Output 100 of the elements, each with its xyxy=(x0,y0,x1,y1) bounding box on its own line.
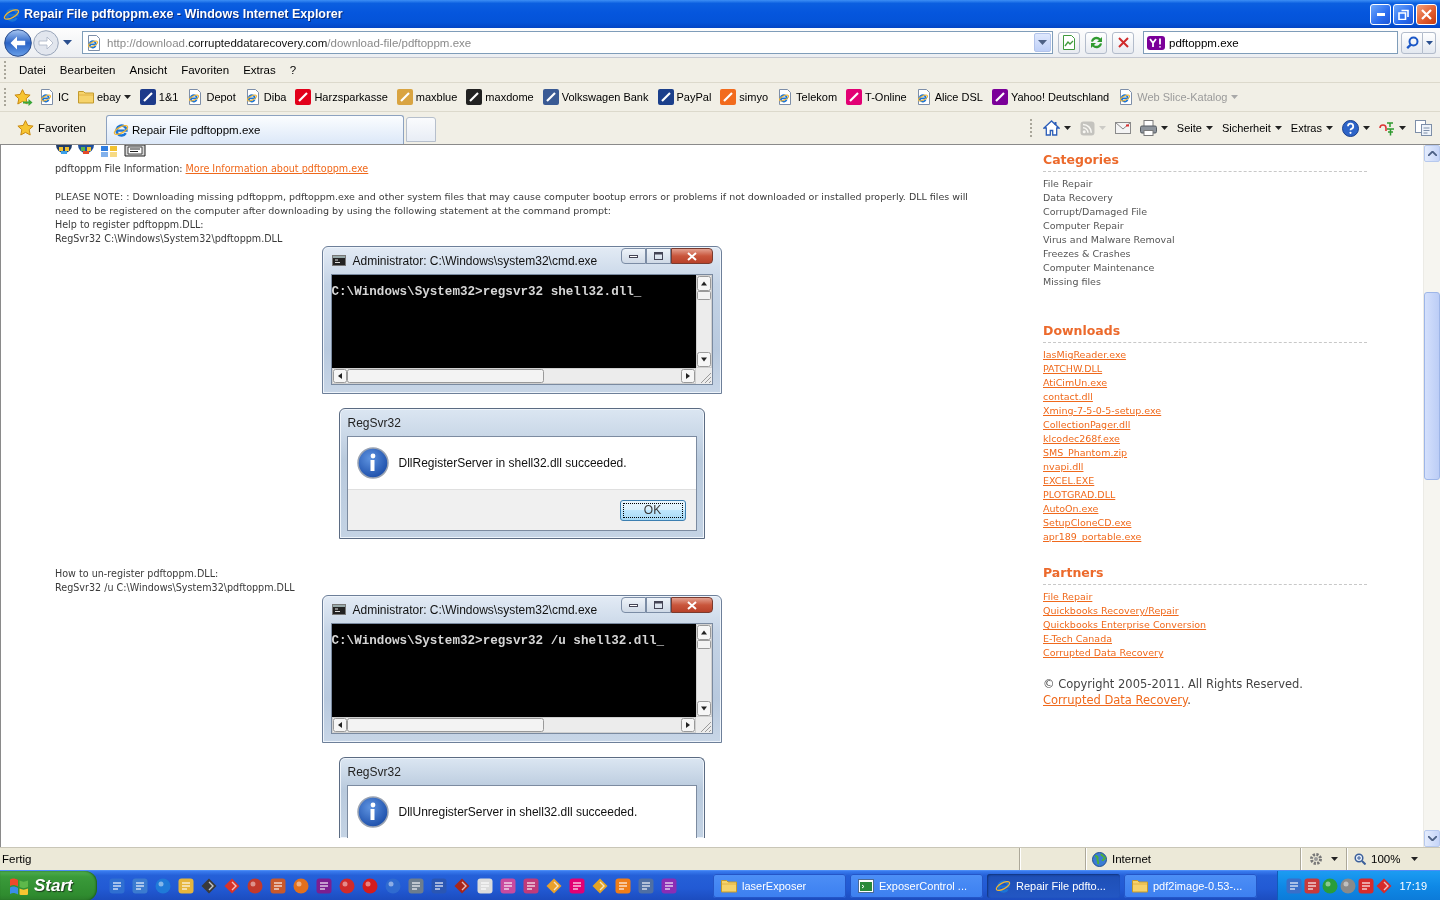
search-options-button[interactable] xyxy=(1423,31,1436,54)
app-shortcut-icon[interactable] xyxy=(569,877,585,894)
tray-icon[interactable] xyxy=(1376,877,1392,894)
app-shortcut-icon[interactable] xyxy=(615,877,631,894)
app-shortcut-icon[interactable] xyxy=(523,877,539,894)
category-item[interactable]: Computer Repair xyxy=(1043,219,1124,233)
category-item[interactable]: Corrupt/Damaged File xyxy=(1043,205,1148,219)
favorite-link[interactable]: Alice DSL xyxy=(913,87,985,107)
category-item[interactable]: File Repair xyxy=(1043,177,1093,191)
favorite-link[interactable]: Yahoo! Deutschland xyxy=(989,87,1112,107)
search-field[interactable]: pdftoppm.exe xyxy=(1143,31,1398,54)
taskbar-button[interactable]: laserExposer xyxy=(713,873,846,898)
toolbar-menu[interactable]: Seite xyxy=(1172,120,1217,136)
close-button[interactable] xyxy=(670,248,713,264)
category-item[interactable]: Freezes & Crashes xyxy=(1043,247,1131,261)
favorite-link[interactable]: IC xyxy=(37,87,71,107)
console-line: C:\Windows\System32>regsvr32 /u shell32.dll_ xyxy=(331,634,665,648)
app-shortcut-icon[interactable] xyxy=(362,877,378,894)
favorite-link[interactable]: Harzsparkasse xyxy=(293,87,390,107)
favorite-link[interactable]: simyo xyxy=(718,87,771,107)
stop-button[interactable] xyxy=(1112,31,1134,54)
start-button[interactable]: Start xyxy=(0,870,97,900)
compatibility-button[interactable] xyxy=(1058,31,1080,54)
favorite-link[interactable]: maxblue xyxy=(394,87,460,107)
scrollbar-thumb[interactable] xyxy=(1424,292,1440,480)
category-item[interactable]: Virus and Malware Removal xyxy=(1043,233,1175,247)
category-item[interactable]: Missing files xyxy=(1043,275,1101,289)
favorite-link[interactable]: Diba xyxy=(242,87,289,107)
favorite-link[interactable]: T-Online xyxy=(844,87,909,107)
favorite-link[interactable]: Telekom xyxy=(775,87,840,107)
scroll-down-button[interactable] xyxy=(1424,830,1440,847)
app-shortcut-icon[interactable] xyxy=(500,877,516,894)
add-favorite-button[interactable] xyxy=(14,88,33,106)
refresh-button[interactable] xyxy=(1085,31,1107,54)
favorite-link[interactable]: Depot xyxy=(185,87,238,107)
favorites-center-button[interactable]: Favoriten xyxy=(14,115,89,141)
taskbar-button[interactable]: Repair File pdfto... xyxy=(987,873,1120,898)
app-shortcut-icon[interactable] xyxy=(316,877,332,894)
maximize-button[interactable] xyxy=(645,597,671,613)
history-dropdown-button[interactable] xyxy=(63,40,72,45)
folder-icon xyxy=(78,90,94,104)
back-button[interactable] xyxy=(4,28,32,57)
taskbar-button[interactable]: ExposerControl ... xyxy=(850,873,983,898)
tray-icon[interactable] xyxy=(1304,877,1320,894)
restore-button[interactable] xyxy=(1393,3,1414,25)
maximize-button[interactable] xyxy=(645,248,671,264)
app-shortcut-icon[interactable] xyxy=(546,877,562,894)
category-item[interactable]: Computer Maintenance xyxy=(1043,261,1155,275)
toolbar-menu[interactable]: Sicherheit xyxy=(1217,120,1286,136)
app-shortcut-icon[interactable] xyxy=(224,877,240,894)
minimize-button[interactable] xyxy=(620,597,646,613)
app-shortcut-icon[interactable] xyxy=(201,877,217,894)
app-shortcut-icon[interactable] xyxy=(339,877,355,894)
caret-icon xyxy=(1063,126,1071,130)
category-item[interactable]: Data Recovery xyxy=(1043,191,1113,205)
app-shortcut-icon[interactable] xyxy=(178,877,194,894)
app-shortcut-icon[interactable] xyxy=(477,877,493,894)
app-shortcut-icon[interactable] xyxy=(592,877,608,894)
toolbar-menu[interactable]: Extras xyxy=(1286,120,1337,136)
search-button[interactable] xyxy=(1401,31,1423,54)
dialog-button[interactable]: OK xyxy=(619,499,686,521)
app-shortcut-icon[interactable] xyxy=(270,877,286,894)
tray-icon[interactable] xyxy=(1340,877,1356,894)
menu-item[interactable]: Datei xyxy=(12,61,53,79)
tray-icon[interactable] xyxy=(1322,877,1338,894)
browser-tab[interactable]: Repair File pdftoppm.exe xyxy=(105,115,404,144)
menu-item[interactable]: Extras xyxy=(236,61,283,79)
step-heading: Help to register pdftoppm.DLL: xyxy=(55,218,205,232)
app-shortcut-icon[interactable] xyxy=(431,877,447,894)
app-shortcut-icon[interactable] xyxy=(109,877,125,894)
round-logo-icon xyxy=(56,145,72,157)
app-shortcut-icon[interactable] xyxy=(454,877,470,894)
address-dropdown-button[interactable] xyxy=(1034,33,1051,52)
app-shortcut-icon[interactable] xyxy=(132,877,148,894)
section-heading: Downloads xyxy=(1043,323,1121,339)
favorite-link[interactable]: ebay xyxy=(76,88,133,106)
menu-item[interactable]: Ansicht xyxy=(122,61,175,79)
app-shortcut-icon[interactable] xyxy=(247,877,263,894)
scroll-up-button[interactable] xyxy=(1424,145,1440,162)
app-shortcut-icon[interactable] xyxy=(638,877,654,894)
caret-icon xyxy=(1205,126,1213,130)
address-field[interactable]: http://download.corrupteddatarecovery.com/download-file/pdftoppm.exe xyxy=(82,31,1053,54)
menu-item[interactable]: Bearbeiten xyxy=(52,61,123,79)
favorite-link[interactable]: 1&1 xyxy=(137,87,181,107)
file-info-text: pdftoppm File Information: More Information about pdftoppm.exe xyxy=(55,162,370,176)
app-shortcut-icon[interactable] xyxy=(661,877,677,894)
minimize-button[interactable] xyxy=(620,248,646,264)
tray-icon[interactable] xyxy=(1286,877,1302,894)
favorite-link[interactable]: maxdome xyxy=(464,87,536,107)
app-shortcut-icon[interactable] xyxy=(155,877,171,894)
menu-item[interactable]: Favoriten xyxy=(174,61,237,79)
menu-item[interactable]: ? xyxy=(282,61,304,79)
app-shortcut-icon[interactable] xyxy=(385,877,401,894)
favorite-link[interactable]: Volkswagen Bank xyxy=(540,87,651,107)
taskbar-button[interactable]: pdf2image-0.53-... xyxy=(1124,873,1257,898)
app-shortcut-icon[interactable] xyxy=(408,877,424,894)
tray-icon[interactable] xyxy=(1358,877,1374,894)
close-button[interactable] xyxy=(670,597,713,613)
favorite-link[interactable]: PayPal xyxy=(655,87,714,107)
app-shortcut-icon[interactable] xyxy=(293,877,309,894)
